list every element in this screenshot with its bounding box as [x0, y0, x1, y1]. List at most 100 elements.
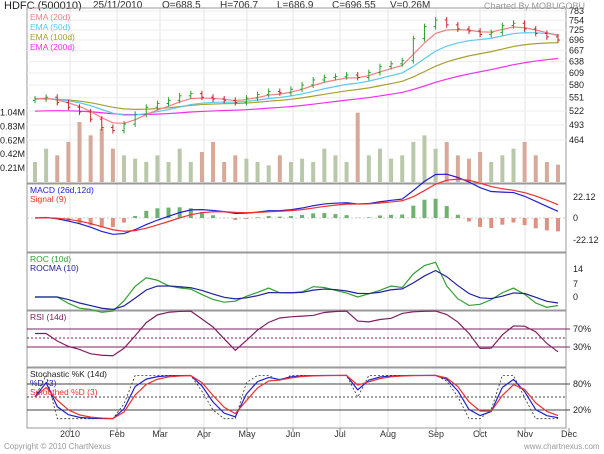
price-tick-label: 493 — [569, 120, 584, 130]
macd-histogram-bar — [389, 214, 394, 218]
macd-histogram-bar — [288, 216, 293, 218]
price-tick-label: 580 — [569, 80, 584, 90]
volume-bar — [277, 155, 282, 182]
volume-bar — [489, 162, 494, 182]
volume-bar — [500, 155, 505, 182]
macd-histogram-bar — [522, 218, 527, 226]
price-tick-label: 522 — [569, 106, 584, 116]
legend-ema200: EMA (200d) — [30, 42, 75, 52]
macd-histogram-bar — [511, 218, 516, 223]
panel-frame — [26, 252, 567, 311]
price-tick-label: 551 — [569, 93, 584, 103]
volume-bar — [122, 155, 127, 182]
legend-ema50: EMA (50d) — [30, 22, 70, 32]
macd-histogram-bar — [155, 208, 160, 218]
price-tick-label: 754 — [569, 15, 584, 25]
macd-histogram-bar — [556, 218, 560, 232]
panel-tick-label: 7 — [573, 279, 578, 289]
macd-histogram-bar — [277, 216, 282, 218]
macd-histogram-bar — [300, 214, 305, 218]
panel-tick-label: 20% — [573, 405, 591, 415]
macd-histogram-bar — [500, 218, 505, 225]
macd-histogram-bar — [411, 205, 416, 218]
legend-ema100: EMA (100d) — [30, 32, 75, 42]
volume-tick-label: 0.62M — [0, 136, 25, 146]
volume-bar — [478, 152, 483, 182]
macd-histogram-bar — [433, 198, 438, 218]
macd-histogram-bar — [455, 214, 460, 218]
price-tick-label: 464 — [569, 135, 584, 145]
panel-tick-label: 0 — [573, 213, 578, 223]
stock-chart: 2010 Feb Mar Apr May Jun Jul Aug Sep Oct Nov Dec783… — [0, 6, 599, 439]
panel-tick-label: 80% — [573, 379, 591, 389]
volume-bar — [66, 142, 71, 182]
macd-histogram-bar — [255, 217, 260, 218]
volume-bar — [422, 135, 427, 182]
panel-tick-label: 0 — [573, 292, 578, 302]
panel-tick-label: 30% — [573, 342, 591, 352]
macd-histogram-bar — [122, 218, 127, 223]
volume-bar — [55, 155, 60, 182]
macd-histogram-bar — [333, 214, 338, 218]
volume-bar — [466, 158, 471, 182]
macd-histogram-bar — [377, 215, 382, 218]
macd-histogram-bar — [110, 218, 115, 228]
macd-histogram-bar — [466, 218, 471, 222]
volume-bar — [333, 155, 338, 182]
volume-bar — [99, 128, 104, 182]
volume-bar — [155, 155, 160, 182]
volume-bar — [522, 142, 527, 182]
volume-bar — [300, 158, 305, 182]
volume-bar — [411, 142, 416, 182]
macd-histogram-bar — [211, 215, 216, 218]
volume-bar — [511, 148, 516, 182]
price-tick-label: 667 — [569, 46, 584, 56]
volume-bar — [389, 158, 394, 182]
volume-bar — [377, 148, 382, 182]
volume-bar — [233, 155, 238, 182]
volume-bar — [110, 148, 115, 182]
price-tick-label: 696 — [569, 35, 584, 45]
price-tick-label: 638 — [569, 56, 584, 66]
volume-bar — [344, 162, 349, 182]
panel-label: RSI (14d) — [30, 312, 67, 322]
panel-tick-label: 70% — [573, 324, 591, 334]
macd-histogram-bar — [533, 218, 538, 229]
volume-bar — [533, 155, 538, 182]
panel-label: ROCMA (10) — [30, 263, 79, 273]
macd-histogram-bar — [544, 218, 549, 231]
volume-bar — [444, 142, 449, 182]
volume-bar — [222, 162, 227, 182]
volume-bar — [255, 162, 260, 182]
macd-histogram-bar — [344, 215, 349, 218]
macd-histogram-bar — [489, 218, 494, 228]
macd-histogram-bar — [266, 215, 271, 218]
volume-bar — [311, 162, 316, 182]
volume-bar — [266, 165, 271, 182]
volume-bar — [322, 148, 327, 182]
volume-bar — [366, 155, 371, 182]
macd-histogram-bar — [133, 216, 138, 218]
volume-bar — [166, 162, 171, 182]
volume-bar — [77, 122, 82, 182]
volume-bar — [433, 148, 438, 182]
macd-histogram-bar — [366, 217, 371, 218]
volume-bar — [199, 152, 204, 182]
volume-bar — [188, 162, 193, 182]
volume-tick-label: 0.21M — [0, 163, 25, 173]
volume-bar — [556, 164, 560, 182]
panel-label: Signal (9) — [30, 194, 67, 204]
panel-tick-label: 22.12 — [573, 192, 596, 202]
panel-frame — [26, 310, 567, 368]
macd-histogram-bar — [478, 218, 483, 227]
price-tick-label: 609 — [569, 68, 584, 78]
price-tick-label: 725 — [569, 25, 584, 35]
volume-tick-label: 0.42M — [0, 149, 25, 159]
volume-tick-label: 1.04M — [0, 108, 25, 118]
macd-histogram-bar — [233, 218, 238, 220]
volume-bar — [177, 148, 182, 182]
volume-bar — [144, 162, 149, 182]
volume-tick-label: 0.83M — [0, 122, 25, 132]
volume-bar — [288, 162, 293, 182]
panel-tick-label: -22.12 — [573, 235, 599, 245]
